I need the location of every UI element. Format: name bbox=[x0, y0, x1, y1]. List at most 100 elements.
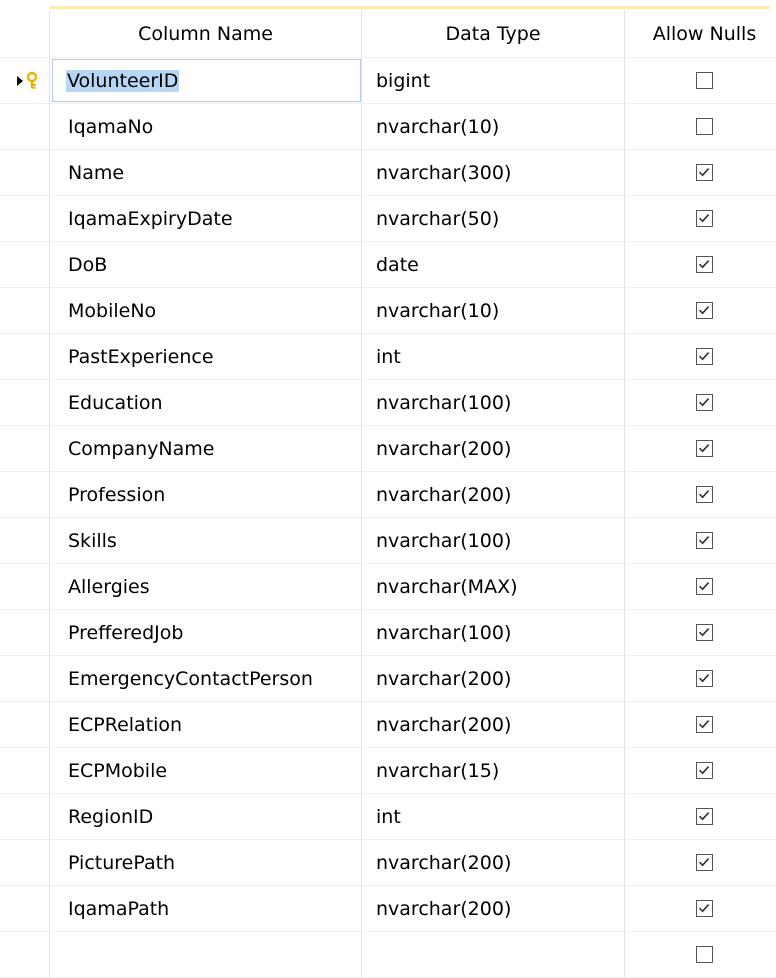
data-type-cell[interactable]: nvarchar(200) bbox=[362, 656, 625, 702]
data-type-cell[interactable]: nvarchar(100) bbox=[362, 518, 625, 564]
column-name-editor[interactable]: VolunteerID bbox=[50, 58, 362, 104]
allow-nulls-checkbox[interactable] bbox=[696, 118, 713, 135]
allow-nulls-checkbox[interactable] bbox=[696, 348, 713, 365]
data-type-cell[interactable]: nvarchar(200) bbox=[362, 426, 625, 472]
allow-nulls-checkbox[interactable] bbox=[696, 72, 713, 89]
allow-nulls-checkbox[interactable] bbox=[696, 808, 713, 825]
column-name-cell[interactable]: IqamaExpiryDate bbox=[50, 196, 362, 242]
allow-nulls-checkbox[interactable] bbox=[696, 302, 713, 319]
column-name-cell[interactable]: Profession bbox=[50, 472, 362, 518]
data-type-cell[interactable]: nvarchar(10) bbox=[362, 288, 625, 334]
column-name-cell[interactable]: MobileNo bbox=[50, 288, 362, 334]
table-row[interactable]: Education nvarchar(100) bbox=[0, 380, 776, 426]
data-type-cell[interactable] bbox=[362, 932, 625, 978]
column-name-cell[interactable]: PastExperience bbox=[50, 334, 362, 380]
data-type-cell[interactable]: nvarchar(200) bbox=[362, 840, 625, 886]
data-type-cell[interactable]: bigint bbox=[362, 58, 625, 104]
table-row[interactable]: CompanyName nvarchar(200) bbox=[0, 426, 776, 472]
header-column-name[interactable]: Column Name bbox=[50, 10, 362, 58]
allow-nulls-checkbox[interactable] bbox=[696, 256, 713, 273]
allow-nulls-checkbox[interactable] bbox=[696, 670, 713, 687]
row-selector[interactable] bbox=[0, 380, 50, 426]
table-row[interactable]: ECPMobile nvarchar(15) bbox=[0, 748, 776, 794]
allow-nulls-checkbox[interactable] bbox=[696, 164, 713, 181]
data-type-cell[interactable]: int bbox=[362, 794, 625, 840]
allow-nulls-checkbox[interactable] bbox=[696, 854, 713, 871]
table-row[interactable]: MobileNo nvarchar(10) bbox=[0, 288, 776, 334]
table-row[interactable]: DoB date bbox=[0, 242, 776, 288]
allow-nulls-checkbox[interactable] bbox=[696, 394, 713, 411]
allow-nulls-checkbox[interactable] bbox=[696, 440, 713, 457]
header-allow-nulls[interactable]: Allow Nulls bbox=[625, 10, 776, 58]
table-row[interactable]: Name nvarchar(300) bbox=[0, 150, 776, 196]
column-name-cell[interactable]: Name bbox=[50, 150, 362, 196]
column-name-cell[interactable]: Allergies bbox=[50, 564, 362, 610]
data-type-cell[interactable]: nvarchar(10) bbox=[362, 104, 625, 150]
data-type-cell[interactable]: nvarchar(200) bbox=[362, 886, 625, 932]
column-name-cell[interactable]: Education bbox=[50, 380, 362, 426]
table-row[interactable]: PicturePath nvarchar(200) bbox=[0, 840, 776, 886]
column-name-cell[interactable]: CompanyName bbox=[50, 426, 362, 472]
allow-nulls-checkbox[interactable] bbox=[696, 716, 713, 733]
data-type-cell[interactable]: nvarchar(100) bbox=[362, 380, 625, 426]
row-selector[interactable] bbox=[0, 610, 50, 656]
row-selector[interactable] bbox=[0, 886, 50, 932]
data-type-cell[interactable]: nvarchar(MAX) bbox=[362, 564, 625, 610]
allow-nulls-checkbox[interactable] bbox=[696, 762, 713, 779]
row-selector[interactable] bbox=[0, 426, 50, 472]
row-selector[interactable] bbox=[0, 334, 50, 380]
data-type-cell[interactable]: nvarchar(200) bbox=[362, 472, 625, 518]
allow-nulls-checkbox[interactable] bbox=[696, 532, 713, 549]
table-row[interactable]: EmergencyContactPerson nvarchar(200) bbox=[0, 656, 776, 702]
row-selector[interactable] bbox=[0, 472, 50, 518]
column-name-cell[interactable]: RegionID bbox=[50, 794, 362, 840]
table-row[interactable]: IqamaPath nvarchar(200) bbox=[0, 886, 776, 932]
row-selector[interactable] bbox=[0, 564, 50, 610]
row-selector[interactable] bbox=[0, 932, 50, 978]
table-row[interactable]: IqamaNo nvarchar(10) bbox=[0, 104, 776, 150]
data-type-cell[interactable]: nvarchar(300) bbox=[362, 150, 625, 196]
header-data-type[interactable]: Data Type bbox=[362, 10, 625, 58]
table-row[interactable]: IqamaExpiryDate nvarchar(50) bbox=[0, 196, 776, 242]
data-type-cell[interactable]: nvarchar(15) bbox=[362, 748, 625, 794]
allow-nulls-checkbox[interactable] bbox=[696, 486, 713, 503]
data-type-cell[interactable]: nvarchar(200) bbox=[362, 702, 625, 748]
row-selector[interactable] bbox=[0, 150, 50, 196]
table-row[interactable]: Skills nvarchar(100) bbox=[0, 518, 776, 564]
row-selector[interactable] bbox=[0, 840, 50, 886]
row-selector[interactable] bbox=[0, 518, 50, 564]
row-selector[interactable] bbox=[0, 748, 50, 794]
column-name-cell[interactable]: ECPMobile bbox=[50, 748, 362, 794]
row-selector[interactable] bbox=[0, 58, 50, 104]
column-name-input[interactable]: VolunteerID bbox=[52, 59, 361, 102]
data-type-cell[interactable]: nvarchar(50) bbox=[362, 196, 625, 242]
table-row[interactable]: RegionID int bbox=[0, 794, 776, 840]
allow-nulls-checkbox[interactable] bbox=[696, 578, 713, 595]
column-name-cell[interactable] bbox=[50, 932, 362, 978]
column-name-cell[interactable]: ECPRelation bbox=[50, 702, 362, 748]
column-name-cell[interactable]: Skills bbox=[50, 518, 362, 564]
column-name-cell[interactable]: PrefferedJob bbox=[50, 610, 362, 656]
column-name-cell[interactable]: EmergencyContactPerson bbox=[50, 656, 362, 702]
row-selector[interactable] bbox=[0, 104, 50, 150]
allow-nulls-checkbox[interactable] bbox=[696, 624, 713, 641]
data-type-cell[interactable]: nvarchar(100) bbox=[362, 610, 625, 656]
row-selector[interactable] bbox=[0, 196, 50, 242]
table-row[interactable] bbox=[0, 932, 776, 978]
table-row[interactable]: Profession nvarchar(200) bbox=[0, 472, 776, 518]
row-selector[interactable] bbox=[0, 656, 50, 702]
row-selector[interactable] bbox=[0, 288, 50, 334]
row-selector[interactable] bbox=[0, 794, 50, 840]
table-row[interactable]: ECPRelation nvarchar(200) bbox=[0, 702, 776, 748]
data-type-cell[interactable]: int bbox=[362, 334, 625, 380]
row-selector[interactable] bbox=[0, 702, 50, 748]
table-row[interactable]: VolunteerID bigint bbox=[0, 58, 776, 104]
allow-nulls-checkbox[interactable] bbox=[696, 900, 713, 917]
column-name-cell[interactable]: DoB bbox=[50, 242, 362, 288]
table-row[interactable]: Allergies nvarchar(MAX) bbox=[0, 564, 776, 610]
row-selector[interactable] bbox=[0, 242, 50, 288]
column-name-cell[interactable]: IqamaPath bbox=[50, 886, 362, 932]
allow-nulls-checkbox[interactable] bbox=[696, 210, 713, 227]
column-name-cell[interactable]: PicturePath bbox=[50, 840, 362, 886]
data-type-cell[interactable]: date bbox=[362, 242, 625, 288]
